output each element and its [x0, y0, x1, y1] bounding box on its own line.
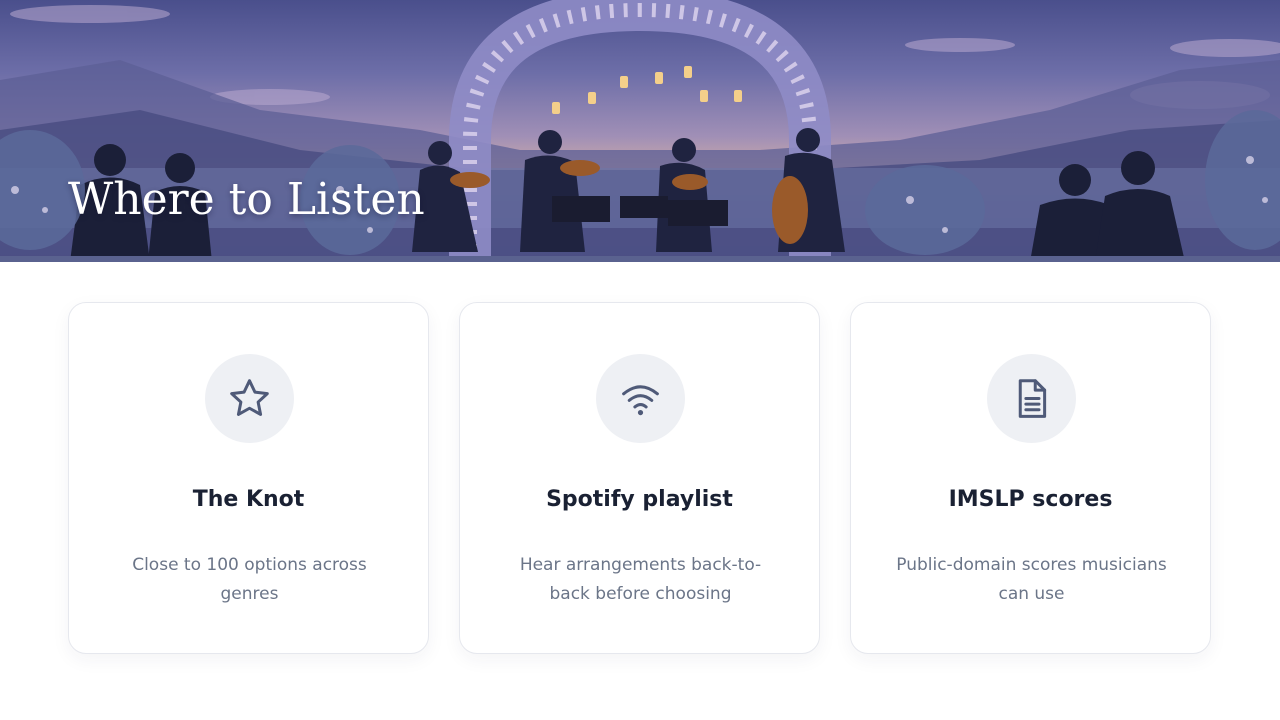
card-title: The Knot — [192, 487, 305, 512]
document-icon — [1018, 379, 1047, 418]
card-the-knot[interactable]: The Knot Close to 100 options across gen… — [68, 302, 429, 654]
icon-badge — [205, 354, 294, 443]
icon-badge — [987, 354, 1076, 443]
card-description: Public-domain scores musicians can use — [896, 555, 1167, 604]
card-imslp-scores[interactable]: IMSLP scores Public-domain scores musici… — [850, 302, 1211, 654]
resource-cards: The Knot Close to 100 options across gen… — [68, 302, 1213, 656]
page-title: Where to Listen — [68, 174, 425, 225]
card-title: IMSLP scores — [948, 487, 1113, 512]
icon-badge — [596, 354, 685, 443]
wifi-icon — [622, 385, 659, 416]
star-icon — [230, 379, 269, 416]
hero-banner: Where to Listen — [0, 0, 1280, 262]
card-title: Spotify playlist — [546, 487, 733, 512]
card-description: Close to 100 options across genres — [132, 555, 367, 604]
hero-divider — [0, 256, 1280, 262]
card-spotify-playlist[interactable]: Spotify playlist Hear arrangements back-… — [459, 302, 820, 654]
card-description: Hear arrangements back-to-back before ch… — [519, 555, 762, 604]
